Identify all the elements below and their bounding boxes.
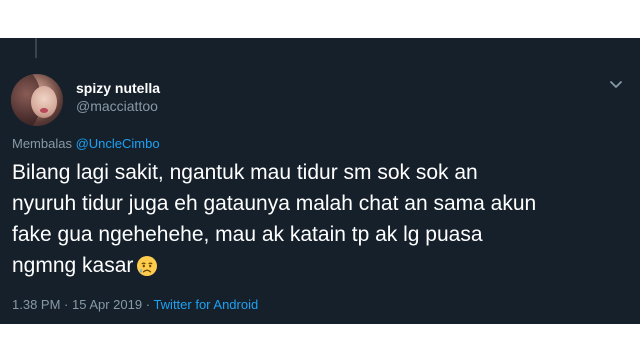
tweet-text: Bilang lagi sakit, ngantuk mau tidur sm …: [12, 157, 628, 281]
thread-line: [35, 38, 37, 58]
user-handle[interactable]: @macciattoo: [76, 98, 158, 114]
meta-separator-2: ·: [142, 297, 154, 312]
replying-to: Membalas @UncleCimbo: [12, 136, 160, 151]
display-name[interactable]: spizy nutella: [76, 80, 160, 96]
crying-face-icon: [137, 256, 158, 276]
tweet-time[interactable]: 1.38 PM: [12, 297, 60, 312]
meta-separator: ·: [60, 297, 72, 312]
avatar[interactable]: [11, 74, 63, 126]
tweet-date[interactable]: 15 Apr 2019: [72, 297, 142, 312]
tweet-card: spizy nutella @macciattoo Membalas @Uncl…: [0, 38, 640, 324]
chevron-down-icon[interactable]: [609, 80, 623, 90]
tweet-source-link[interactable]: Twitter for Android: [153, 297, 258, 312]
mention-link[interactable]: @UncleCimbo: [76, 136, 160, 151]
replying-label: Membalas: [12, 136, 76, 151]
tweet-meta: 1.38 PM · 15 Apr 2019 · Twitter for Andr…: [12, 297, 258, 312]
tweet-body: Bilang lagi sakit, ngantuk mau tidur sm …: [12, 161, 537, 277]
